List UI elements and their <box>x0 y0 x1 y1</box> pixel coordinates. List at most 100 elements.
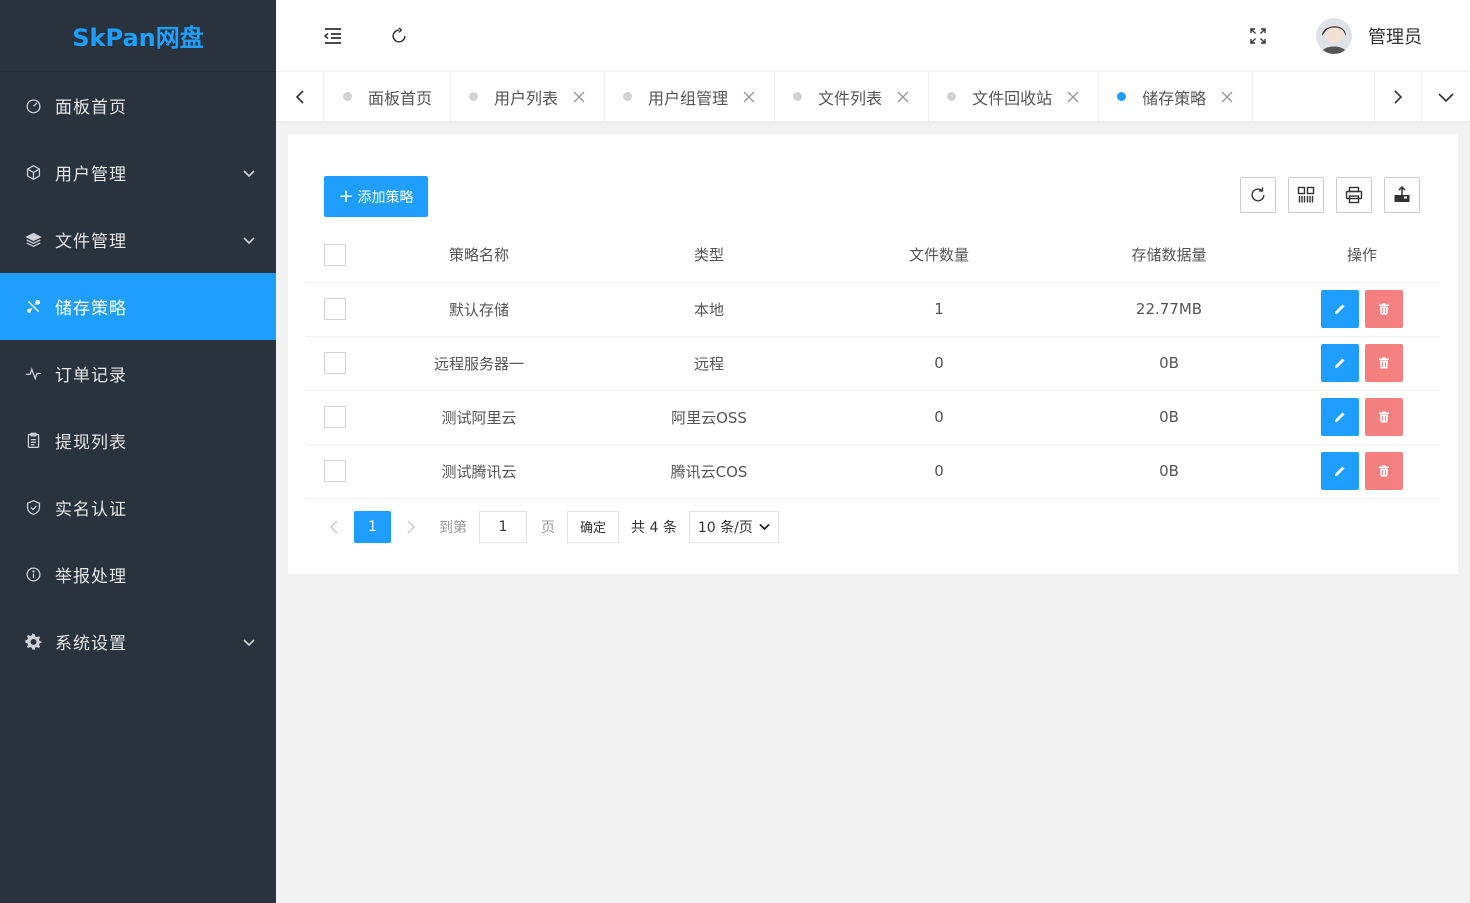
indent-icon <box>323 28 341 44</box>
tab-user-list[interactable]: 用户列表 <box>451 72 606 121</box>
app-logo[interactable]: SkPan网盘 <box>0 0 276 72</box>
cell-count: 0 <box>824 390 1054 445</box>
next-page-button[interactable] <box>399 511 423 543</box>
tabs-list: 面板首页 用户列表 用户组管理 文件列表 文件回收站 储存策略 <box>325 72 1254 121</box>
tab-dashboard[interactable]: 面板首页 <box>325 72 452 121</box>
sidebar-item-file-management[interactable]: 文件管理 <box>0 206 276 273</box>
sidebar-item-label: 系统设置 <box>55 634 127 654</box>
sidebar-item-label: 举报处理 <box>55 567 127 587</box>
row-checkbox-cell <box>306 444 364 499</box>
delete-button[interactable] <box>1365 452 1403 490</box>
pencil-icon <box>1335 358 1345 368</box>
tab-recycle-bin[interactable]: 文件回收站 <box>929 72 1100 121</box>
user-menu[interactable]: 管理员 <box>1316 18 1422 54</box>
columns-filter-button[interactable] <box>1288 177 1324 213</box>
refresh-page-button[interactable] <box>387 24 411 48</box>
sidebar-item-label: 提现列表 <box>55 433 127 453</box>
row-checkbox[interactable] <box>324 352 346 374</box>
prev-page-button[interactable] <box>322 511 346 543</box>
row-checkbox[interactable] <box>324 406 346 428</box>
content-card: + 添加策略 策略名称 类型 文件数量 存储数据量 操作 默认存储 本地 1 2… <box>288 134 1458 574</box>
cell-actions <box>1284 390 1440 445</box>
sidebar-item-reports[interactable]: 举报处理 <box>0 541 276 608</box>
refresh-icon <box>1251 187 1265 202</box>
sidebar-item-storage-policy[interactable]: 储存策略 <box>0 273 276 340</box>
sidebar-item-dashboard[interactable]: 面板首页 <box>0 72 276 139</box>
sidebar-nav: 面板首页 用户管理 文件管理 储存策略 订单记录 提现列表 实名认证 举报处理 … <box>0 72 276 675</box>
pagination: 1 到第 页 确定 共 4 条 10 条/页 <box>322 510 779 543</box>
policy-table: 策略名称 类型 文件数量 存储数据量 操作 默认存储 本地 1 22.77MB <box>306 228 1440 499</box>
tabs-menu-button[interactable] <box>1422 72 1470 121</box>
select-all-checkbox[interactable] <box>324 243 346 266</box>
close-icon[interactable] <box>742 90 756 104</box>
tab-status-dot <box>343 92 352 101</box>
tab-label: 面板首页 <box>368 88 433 108</box>
tab-storage-policy[interactable]: 储存策略 <box>1099 72 1254 121</box>
row-checkbox[interactable] <box>324 460 346 482</box>
fullscreen-button[interactable] <box>1246 24 1270 48</box>
sidebar-item-user-management[interactable]: 用户管理 <box>0 139 276 206</box>
tab-status-dot <box>469 92 479 101</box>
print-icon <box>1345 186 1363 204</box>
sidebar-item-orders[interactable]: 订单记录 <box>0 340 276 407</box>
menu-toggle-button[interactable] <box>321 24 345 48</box>
cell-actions <box>1284 336 1440 391</box>
table-row: 默认存储 本地 1 22.77MB <box>306 282 1440 337</box>
tab-status-dot <box>1117 92 1127 101</box>
shield-check-icon <box>24 499 42 517</box>
page-size-value: 10 条/页 <box>697 519 753 536</box>
tabs-scroll-right-button[interactable] <box>1374 72 1422 121</box>
table-row: 测试腾讯云 腾讯云COS 0 0B <box>306 444 1440 499</box>
trash-icon <box>1379 465 1389 477</box>
sidebar-item-settings[interactable]: 系统设置 <box>0 608 276 675</box>
cube-icon <box>24 164 42 182</box>
goto-confirm-button[interactable]: 确定 <box>567 510 620 543</box>
table-refresh-button[interactable] <box>1240 177 1276 213</box>
delete-button[interactable] <box>1365 398 1403 436</box>
cell-name: 远程服务器一 <box>364 336 594 391</box>
delete-button[interactable] <box>1365 344 1403 382</box>
row-checkbox[interactable] <box>324 298 346 320</box>
fullscreen-icon <box>1250 28 1266 44</box>
sidebar-item-label: 储存策略 <box>55 299 127 319</box>
delete-button[interactable] <box>1365 290 1403 328</box>
clipboard-icon <box>24 432 42 450</box>
export-button[interactable] <box>1384 177 1420 213</box>
goto-page-input[interactable] <box>479 510 527 543</box>
edit-button[interactable] <box>1321 344 1359 382</box>
print-button[interactable] <box>1336 177 1372 213</box>
chevron-down-icon <box>759 523 770 530</box>
close-icon[interactable] <box>896 90 910 104</box>
close-icon[interactable] <box>1220 90 1234 104</box>
columns-icon <box>1297 186 1315 203</box>
sidebar-item-label: 文件管理 <box>55 232 127 252</box>
pencil-icon <box>1335 304 1345 314</box>
column-header: 操作 <box>1284 228 1440 283</box>
tab-label: 用户组管理 <box>648 88 729 108</box>
chevron-down-icon <box>243 638 255 646</box>
cell-size: 22.77MB <box>1054 282 1284 337</box>
close-icon[interactable] <box>1066 90 1080 104</box>
tab-file-list[interactable]: 文件列表 <box>775 72 930 121</box>
chevron-right-icon <box>407 519 416 534</box>
page-size-select[interactable]: 10 条/页 <box>688 510 779 543</box>
current-page[interactable]: 1 <box>354 510 391 543</box>
cell-type: 远程 <box>594 336 824 391</box>
trash-icon <box>1379 357 1389 369</box>
close-icon[interactable] <box>572 90 586 104</box>
sidebar-item-label: 实名认证 <box>55 500 127 520</box>
trash-icon <box>1379 303 1389 315</box>
cell-name: 测试腾讯云 <box>364 444 594 499</box>
edit-button[interactable] <box>1321 290 1359 328</box>
sidebar-item-withdrawals[interactable]: 提现列表 <box>0 407 276 474</box>
pencil-icon <box>1335 412 1345 422</box>
cell-size: 0B <box>1054 390 1284 445</box>
app-root: SkPan网盘 面板首页 用户管理 文件管理 储存策略 订单记录 提现列表 实名… <box>0 0 1470 903</box>
chevron-down-icon <box>243 236 255 244</box>
sidebar-item-verification[interactable]: 实名认证 <box>0 474 276 541</box>
tab-user-groups[interactable]: 用户组管理 <box>605 72 776 121</box>
edit-button[interactable] <box>1321 452 1359 490</box>
tabs-scroll-left-button[interactable] <box>276 72 324 121</box>
edit-button[interactable] <box>1321 398 1359 436</box>
add-policy-button[interactable]: + 添加策略 <box>324 176 428 217</box>
